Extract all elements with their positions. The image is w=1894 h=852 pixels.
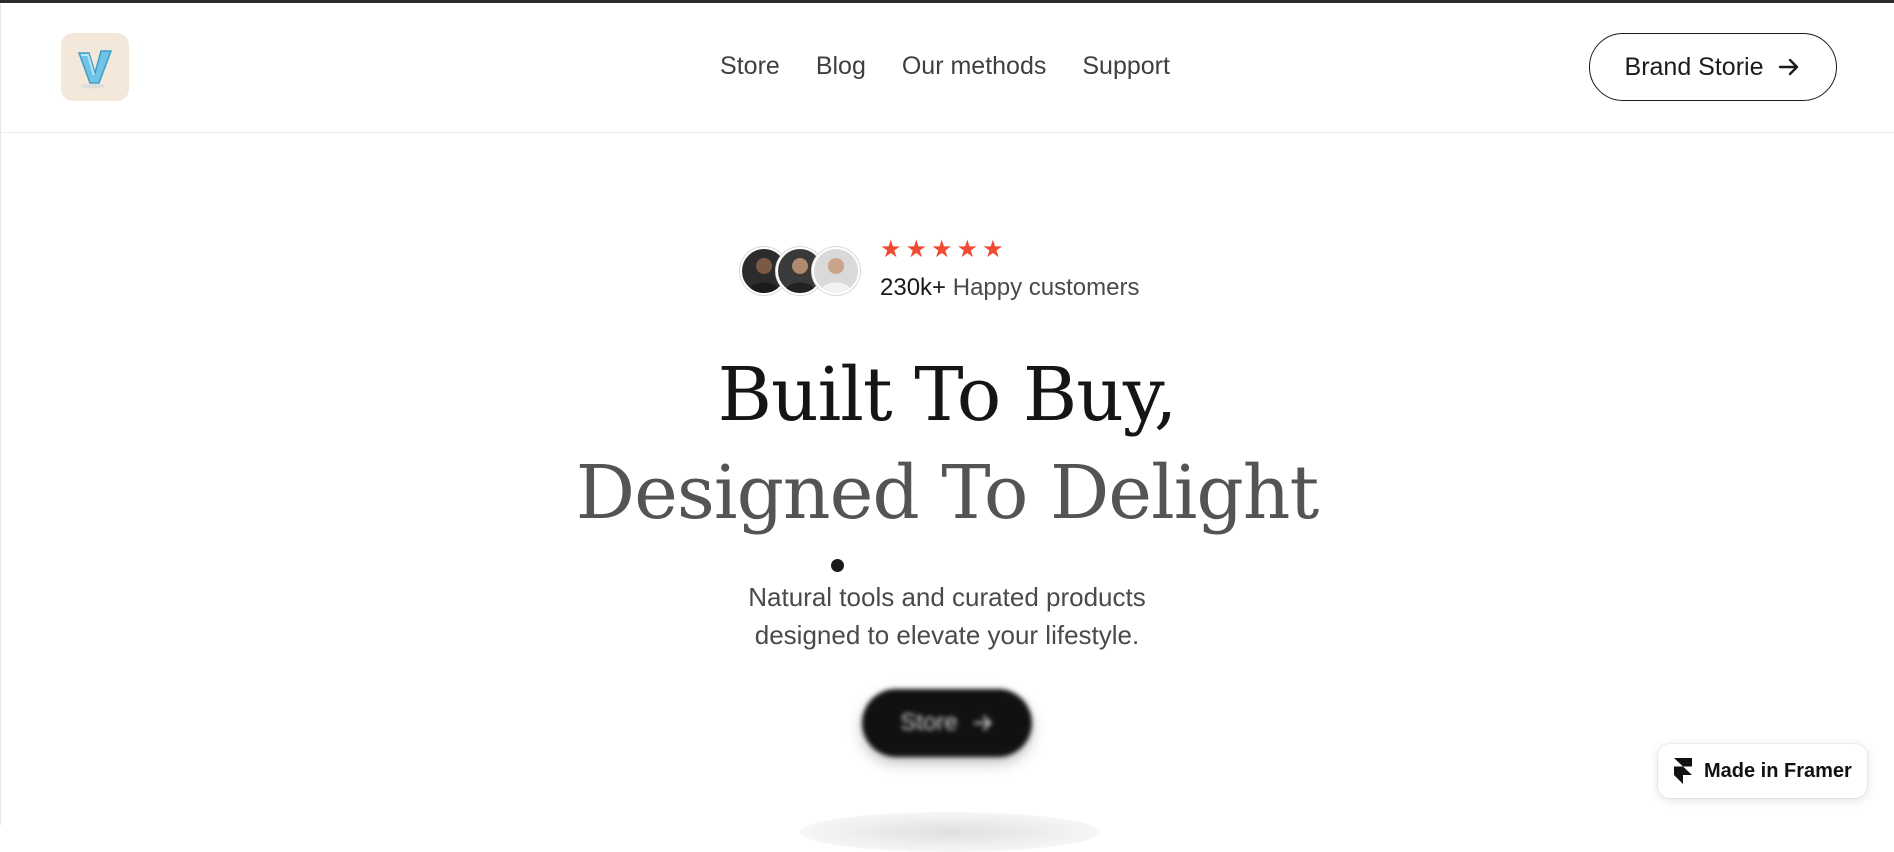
nav-link-our-methods[interactable]: Our methods <box>902 51 1047 81</box>
bottom-shadow <box>800 812 1100 852</box>
nav-link-support[interactable]: Support <box>1082 51 1170 81</box>
framer-logo-icon <box>1674 758 1692 784</box>
star-icon: ★ <box>956 236 979 263</box>
hero-subtitle: Natural tools and curated products desig… <box>0 578 1894 654</box>
arrow-right-icon <box>1779 58 1799 76</box>
brand-storie-label: Brand Storie <box>1624 52 1764 81</box>
rating-stars: ★ ★ ★ ★ ★ <box>880 237 1004 263</box>
site-header: Store Blog Our methods Support Brand Sto… <box>0 3 1894 133</box>
headline-line1: Built To Buy, <box>717 352 1178 438</box>
customer-count: 230k+ <box>880 274 947 301</box>
subtitle-line2: designed to elevate your lifestyle. <box>754 620 1140 650</box>
subtitle-line1: Natural tools and curated products <box>748 582 1146 612</box>
made-in-framer-label: Made in Framer <box>1704 759 1852 782</box>
customer-label: Happy customers <box>952 274 1140 301</box>
avatar-group <box>740 247 862 295</box>
cursor-dot <box>831 559 844 572</box>
star-icon: ★ <box>931 236 953 263</box>
star-icon: ★ <box>905 236 928 263</box>
happy-customers: 230k+ Happy customers <box>880 273 1139 303</box>
store-cta-label: Store <box>900 709 958 736</box>
arrow-right-icon <box>973 715 992 731</box>
star-icon: ★ <box>880 236 902 263</box>
made-in-framer-badge[interactable]: Made in Framer <box>1658 744 1867 798</box>
person-icon <box>820 258 852 293</box>
brand-storie-button[interactable]: Brand Storie <box>1589 33 1837 101</box>
nav-link-blog[interactable]: Blog <box>816 51 866 81</box>
store-cta-button[interactable]: Store <box>862 689 1032 757</box>
avatar <box>812 247 860 295</box>
nav-link-store[interactable]: Store <box>720 51 780 81</box>
headline-line2: Designed To Delight <box>575 450 1319 536</box>
star-icon: ★ <box>982 236 1004 263</box>
